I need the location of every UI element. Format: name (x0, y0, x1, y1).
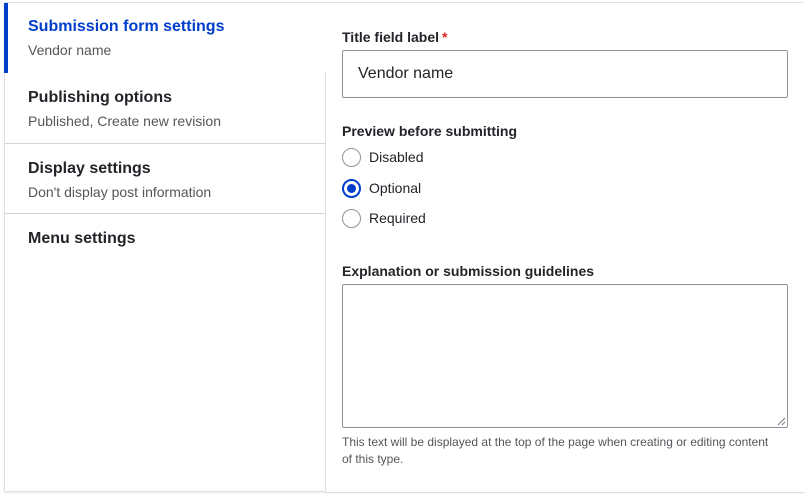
tab-title: Display settings (28, 160, 151, 177)
tab-title: Menu settings (28, 230, 136, 247)
radio-label: Optional (369, 180, 422, 196)
tab-title: Submission form settings (28, 18, 225, 35)
radio-button[interactable] (342, 208, 361, 228)
radio-optional[interactable]: Optional (342, 178, 421, 198)
radio-required[interactable]: Required (342, 208, 426, 228)
vertical-tabs: Submission form settings Vendor name Pub… (4, 3, 325, 491)
tab-title: Publishing options (28, 89, 172, 106)
title-field-label: Title field label * (342, 29, 448, 45)
radio-label: Required (369, 210, 426, 226)
guidelines-textarea[interactable] (342, 284, 788, 428)
tab-summary: Published, Create new revision (28, 113, 221, 129)
radio-disabled[interactable]: Disabled (342, 147, 423, 167)
preview-label: Preview before submitting (342, 123, 518, 139)
radio-button[interactable] (342, 147, 361, 167)
guidelines-label: Explanation or submission guidelines (342, 263, 595, 279)
title-field-input[interactable]: Vendor name (342, 50, 788, 98)
guidelines-description: This text will be displayed at the top o… (342, 435, 769, 466)
tab-summary: Don't display post information (28, 184, 212, 200)
tab-submission-form-settings[interactable]: Submission form settings Vendor name (4, 3, 325, 73)
tab-menu-settings[interactable]: Menu settings (5, 214, 325, 262)
resize-handle-icon[interactable] (777, 417, 786, 426)
tab-publishing-options[interactable]: Publishing options Published, Create new… (5, 73, 325, 144)
tab-display-settings[interactable]: Display settings Don't display post info… (5, 144, 325, 214)
settings-panel: Submission form settings Vendor name Pub… (4, 2, 805, 493)
radio-button[interactable] (342, 178, 361, 198)
radio-label: Disabled (369, 149, 424, 165)
required-marker: * (442, 29, 448, 45)
tab-summary: Vendor name (28, 42, 112, 58)
